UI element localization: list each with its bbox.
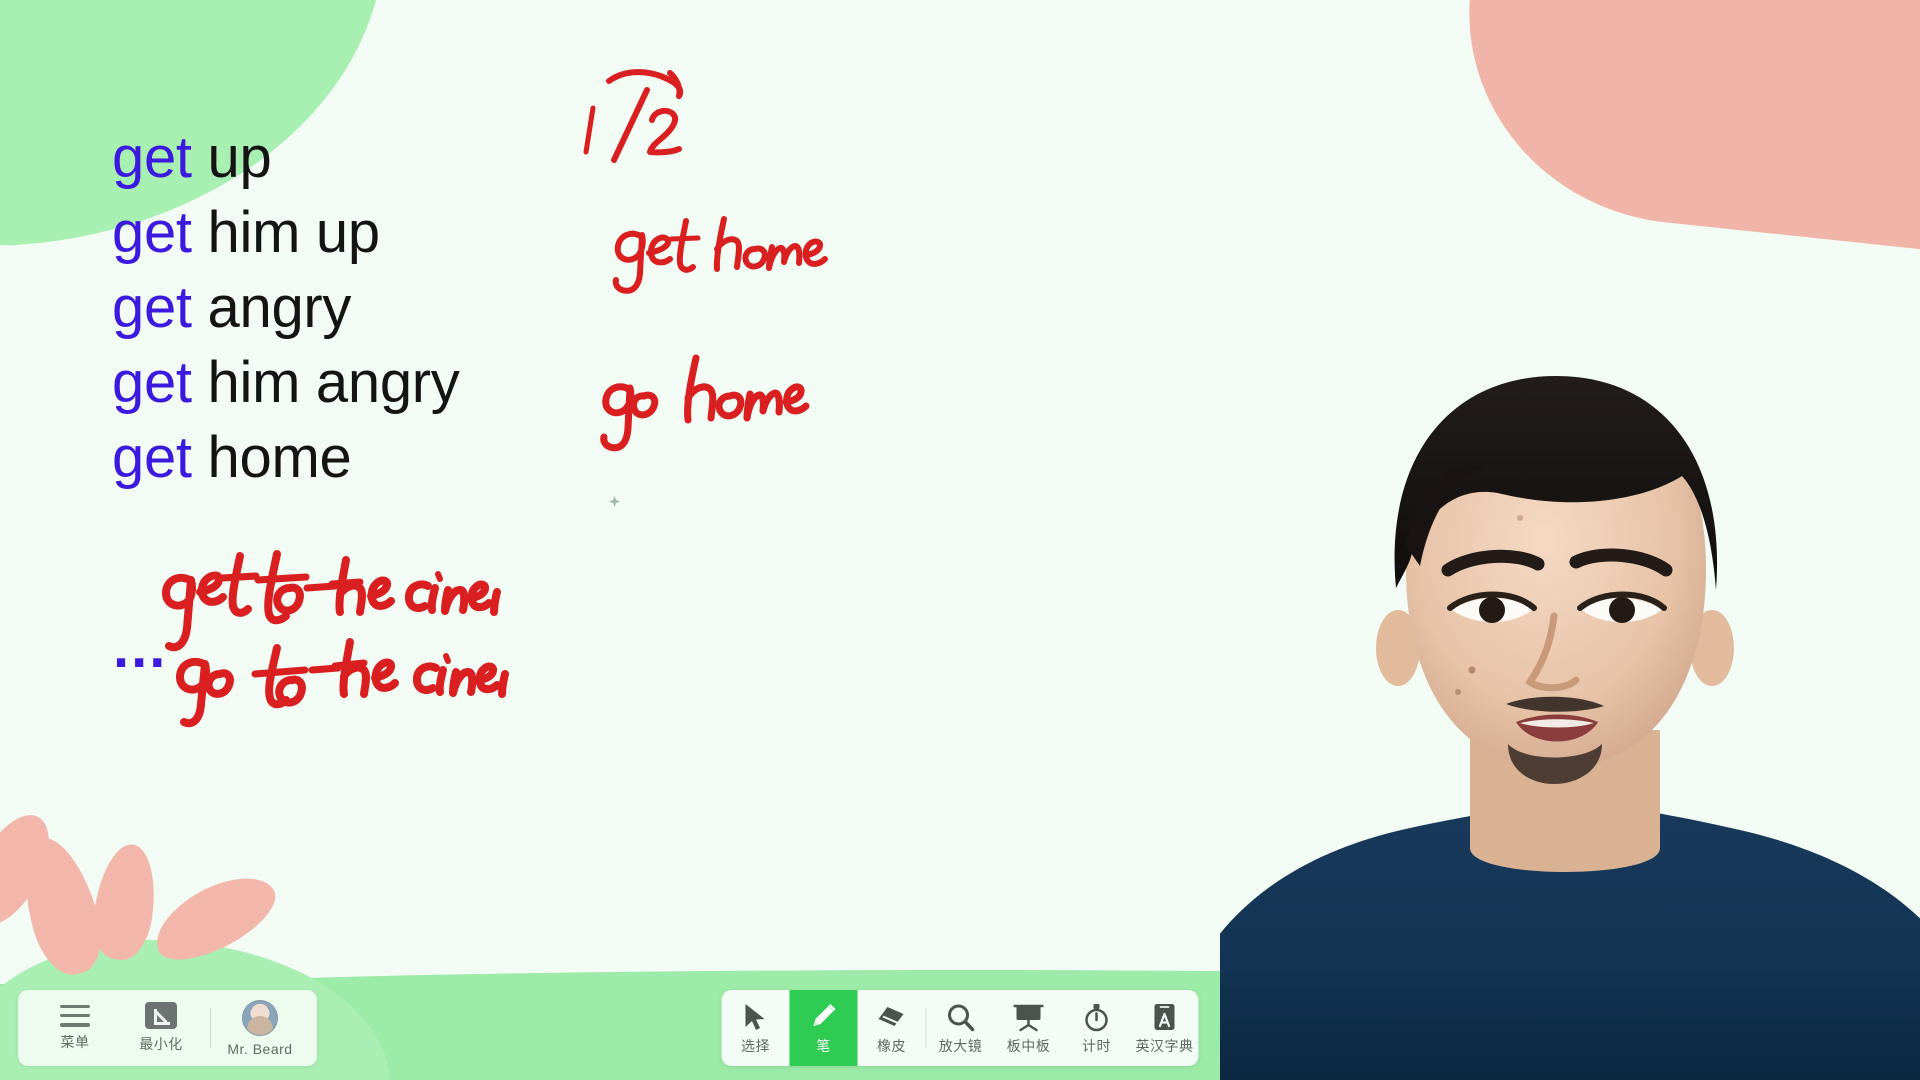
phrase-row: get angry	[112, 270, 460, 345]
phrase-keyword: get	[112, 200, 192, 265]
minimize-icon	[145, 1002, 177, 1029]
phrase-rest: him up	[191, 200, 381, 265]
annotation-fraction	[575, 60, 715, 170]
annotation-get-to-the-cinema	[160, 548, 501, 658]
menu-label: 菜单	[60, 1033, 90, 1050]
tool-magnifier-label: 放大镜	[938, 1038, 983, 1054]
annotation-go-to-the-cinema	[172, 620, 512, 730]
left-toolbar: 菜单 最小化 Mr. Beard	[18, 990, 317, 1066]
pen-icon	[810, 1000, 838, 1032]
phrase-row: get up	[112, 120, 460, 195]
whiteboard-app: get up get him up get angry get him angr…	[0, 0, 1920, 1080]
phrase-keyword: get	[112, 275, 192, 340]
phrase-list: get up get him up get angry get him angr…	[112, 120, 460, 495]
cursor-icon	[743, 1000, 769, 1032]
phrase-keyword: get	[112, 125, 192, 190]
annotation-get-home	[600, 205, 830, 300]
toolbar-divider	[210, 1008, 211, 1048]
phrase-row: get him up	[112, 195, 460, 270]
ellipsis-text: ...	[113, 615, 168, 680]
phrase-rest: up	[191, 125, 272, 190]
tool-eraser-label: 橡皮	[877, 1038, 906, 1054]
minimize-label: 最小化	[139, 1036, 183, 1052]
tool-board-in-board[interactable]: 板中板	[995, 990, 1063, 1066]
tool-board-label: 板中板	[1006, 1038, 1051, 1054]
pen-cursor-dot	[609, 496, 620, 507]
phrase-row: get him angry	[112, 345, 460, 420]
phrase-rest: home	[191, 425, 352, 490]
tool-pen[interactable]: 笔	[789, 990, 858, 1066]
whiteboard-icon	[1013, 1000, 1044, 1032]
phrase-row: get home	[112, 420, 460, 495]
tool-timer-label: 计时	[1082, 1038, 1111, 1054]
tool-dictionary-label: 英汉字典	[1135, 1038, 1194, 1054]
tool-magnifier[interactable]: 放大镜	[927, 990, 995, 1066]
phrase-rest: angry	[191, 275, 352, 340]
teacher-webcam-video[interactable]	[1220, 270, 1920, 1080]
tool-pen-label: 笔	[816, 1038, 831, 1054]
menu-button[interactable]: 菜单	[32, 1004, 118, 1052]
minimize-button[interactable]: 最小化	[118, 1002, 204, 1054]
annotation-go-home	[598, 350, 810, 460]
user-name-label: Mr. Beard	[227, 1040, 293, 1057]
phrase-keyword: get	[112, 425, 192, 490]
phrase-rest: him angry	[191, 350, 460, 415]
tool-select[interactable]: 选择	[722, 990, 790, 1066]
tool-toolbar: 选择 笔 橡皮 放大镜 板中板 计时 英汉字典	[721, 990, 1199, 1066]
hamburger-icon	[60, 1004, 90, 1027]
phrase-keyword: get	[112, 350, 192, 415]
tool-timer[interactable]: 计时	[1063, 990, 1131, 1066]
dictionary-icon	[1152, 1000, 1178, 1032]
tool-eraser[interactable]: 橡皮	[858, 990, 926, 1066]
tool-dictionary[interactable]: 英汉字典	[1131, 990, 1199, 1066]
user-profile-button[interactable]: Mr. Beard	[217, 999, 303, 1057]
magnifier-icon	[947, 1000, 975, 1032]
timer-icon	[1083, 1000, 1111, 1032]
tool-select-label: 选择	[741, 1038, 770, 1054]
eraser-icon	[877, 1000, 907, 1032]
decorative-blob-top-right	[1448, 0, 1920, 259]
avatar	[242, 999, 278, 1036]
